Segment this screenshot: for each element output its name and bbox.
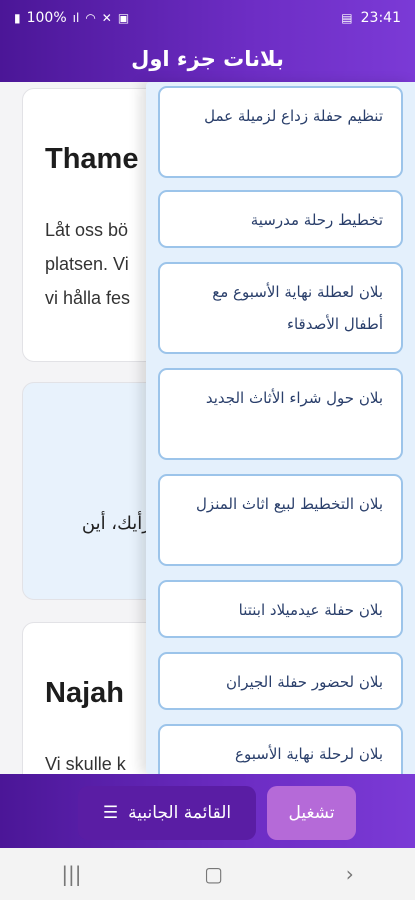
bottom-bar: القائمة الجانبية ☰ تشغيل: [0, 774, 415, 848]
screenshot-icon: ▤: [341, 11, 353, 25]
run-button[interactable]: تشغيل: [267, 786, 356, 840]
card-title: Najah: [45, 677, 124, 709]
sidebar-button[interactable]: القائمة الجانبية ☰: [78, 786, 256, 840]
signal-icon: ıl: [72, 11, 80, 25]
plan-item[interactable]: بلان لحضور حفلة الجيران: [158, 652, 403, 710]
app-bar: بلانات جزء اول: [0, 36, 415, 82]
plan-item[interactable]: تخطيط رحلة مدرسية: [158, 190, 403, 248]
card-title: Thame: [45, 143, 139, 175]
status-left: ▮ 100% ıl ◠ ✕ ▣: [14, 10, 129, 26]
battery-icon: ▮: [14, 11, 21, 25]
page-title: بلانات جزء اول: [131, 47, 284, 71]
system-nav-bar: ||| ▢ ›: [0, 848, 415, 900]
status-bar: ▮ 100% ıl ◠ ✕ ▣ ▤ 23:41: [0, 0, 415, 36]
wifi-icon: ◠: [85, 11, 96, 25]
plan-item[interactable]: بلان لرحلة نهاية الأسبوع: [158, 724, 403, 774]
plan-item[interactable]: بلان حول شراء الأثاث الجديد: [158, 368, 403, 460]
home-icon[interactable]: ▢: [204, 862, 223, 886]
card-body-arabic: رأيك، أين: [81, 513, 151, 534]
plan-item[interactable]: تنظيم حفلة زداع لزميلة عمل: [158, 86, 403, 178]
run-button-label: تشغيل: [288, 803, 335, 823]
status-time: 23:41: [360, 10, 401, 26]
plan-item[interactable]: بلان لعطلة نهاية الأسبوع مع أطفال الأصدق…: [158, 262, 403, 354]
lock-icon: ▣: [117, 11, 130, 25]
mute-icon: ✕: [101, 11, 112, 25]
menu-icon: ☰: [102, 803, 119, 823]
sidebar-button-label: القائمة الجانبية: [128, 803, 232, 823]
plan-item[interactable]: بلان حفلة عيدميلاد ابنتنا: [158, 580, 403, 638]
back-icon[interactable]: ›: [346, 862, 354, 886]
plans-dropdown[interactable]: تنظيم حفلة زداع لزميلة عمل تخطيط رحلة مد…: [146, 82, 415, 774]
recents-icon[interactable]: |||: [61, 862, 81, 886]
plan-item[interactable]: بلان التخطيط لبيع اثاث المنزل: [158, 474, 403, 566]
status-right: ▤ 23:41: [341, 10, 401, 26]
battery-percentage: 100%: [26, 10, 67, 26]
